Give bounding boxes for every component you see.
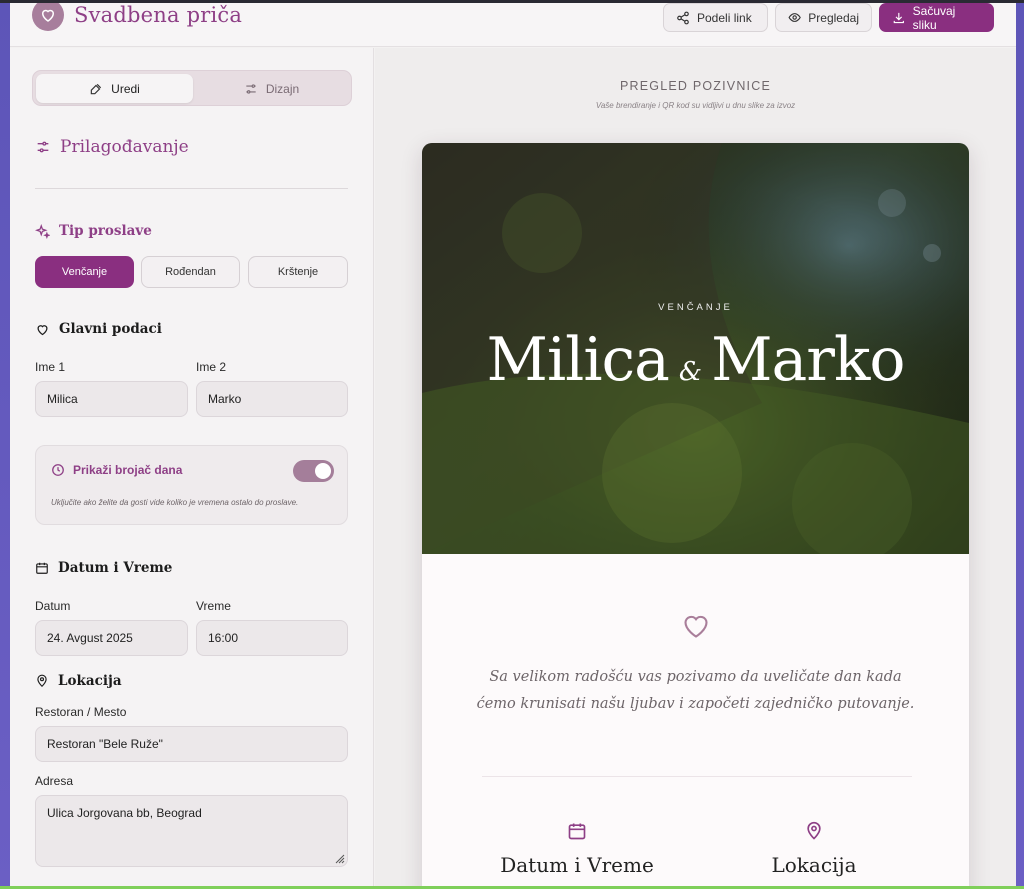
- name1-display: Milica: [486, 325, 670, 395]
- save-image-label: Sačuvaj sliku: [912, 3, 956, 32]
- sidebar-divider: [35, 188, 348, 189]
- download-icon: [893, 12, 904, 23]
- resize-handle-icon[interactable]: [335, 854, 345, 864]
- editor-sidebar: Uredi Dizajn Prilagođavanje Tip proslave…: [10, 48, 374, 886]
- calendar-icon: [568, 823, 586, 840]
- preview-subtitle: Vaše brendiranje i QR kod su vidljivi u …: [595, 101, 796, 110]
- venue-input[interactable]: Restoran "Bele Ruže": [35, 726, 348, 762]
- message-line-1: Sa velikom radošću vas pozivamo da uveli…: [489, 669, 902, 685]
- tab-dizajn[interactable]: Dizajn: [193, 74, 350, 103]
- datetime-column: Datum i Vreme: [477, 821, 677, 877]
- name1-label: Ime 1: [35, 360, 66, 374]
- name2-input[interactable]: Marko: [196, 381, 348, 417]
- tab-uredi-label: Uredi: [111, 81, 140, 96]
- customize-title: Prilagođavanje: [60, 137, 189, 157]
- countdown-help: Uključite ako želite da gosti vide kolik…: [51, 498, 299, 507]
- share-icon: [677, 11, 689, 24]
- toggle-knob: [315, 463, 331, 479]
- countdown-label: Prikaži brojač dana: [51, 463, 182, 477]
- clock-icon: [52, 464, 64, 476]
- time-label: Vreme: [196, 599, 231, 613]
- app-window: Svadbena priča Podeli link Pregledaj Sač…: [10, 3, 1016, 886]
- map-pin-icon: [807, 821, 821, 840]
- address-textarea[interactable]: Ulica Jorgovana bb, Beograd: [35, 795, 348, 867]
- message-line-2: ćemo krunisati našu ljubav i započeti za…: [476, 696, 915, 712]
- name2-display: Marko: [711, 325, 905, 395]
- event-type-label: VENČANJE: [658, 302, 733, 313]
- heart-icon: [684, 615, 708, 638]
- invitation-message: Sa velikom radošću vas pozivamo da uveli…: [462, 664, 929, 718]
- event-type-krstenje[interactable]: Krštenje: [248, 256, 348, 288]
- palette-icon: [90, 83, 102, 94]
- main-info-heading: Glavni podaci: [35, 321, 162, 337]
- datetime-title: Datum i Vreme: [58, 560, 173, 576]
- date-label: Datum: [35, 599, 71, 613]
- location-column-title: Lokacija: [771, 853, 857, 877]
- tab-uredi[interactable]: Uredi: [36, 74, 193, 103]
- sliders-icon: [246, 83, 256, 94]
- invitation-divider: [482, 776, 912, 777]
- sliders-icon: [37, 141, 49, 153]
- tab-dizajn-label: Dizajn: [265, 81, 300, 96]
- editor-tabs: Uredi Dizajn: [32, 70, 352, 106]
- heart-icon: [37, 324, 48, 335]
- eye-icon: [788, 13, 801, 22]
- datetime-column-title: Datum i Vreme: [500, 853, 654, 877]
- time-input[interactable]: 16:00: [196, 620, 348, 656]
- location-title: Lokacija: [58, 673, 122, 689]
- app-title: Svadbena priča: [74, 3, 243, 27]
- share-link-label: Podeli link: [697, 10, 752, 25]
- venue-label: Restoran / Mesto: [35, 705, 127, 719]
- event-type-vencanje[interactable]: Venčanje: [35, 256, 134, 288]
- brand[interactable]: Svadbena priča: [32, 3, 242, 31]
- preview-label: Pregledaj: [808, 10, 859, 25]
- address-value: Ulica Jorgovana bb, Beograd: [47, 806, 202, 820]
- date-input[interactable]: 24. Avgust 2025: [35, 620, 188, 656]
- address-label: Adresa: [35, 774, 74, 788]
- name2-label: Ime 2: [196, 360, 227, 374]
- map-pin-icon: [37, 674, 47, 688]
- save-image-button[interactable]: Sačuvaj sliku: [879, 3, 994, 32]
- couple-names: Milica & Marko: [422, 319, 969, 413]
- countdown-title: Prikaži brojač dana: [73, 463, 183, 477]
- preview-panel: PREGLED POZIVNICE Vaše brendiranje i QR …: [375, 48, 1016, 886]
- event-type-rodjendan[interactable]: Rođendan: [141, 256, 240, 288]
- sparkles-icon: [35, 223, 50, 239]
- preview-title: PREGLED POZIVNICE: [620, 79, 771, 93]
- location-column: Lokacija: [714, 821, 914, 877]
- name1-input[interactable]: Milica: [35, 381, 188, 417]
- datetime-heading: Datum i Vreme: [35, 560, 172, 576]
- countdown-toggle[interactable]: [293, 460, 334, 482]
- countdown-card: Prikaži brojač dana Uključite ako želite…: [35, 445, 348, 525]
- calendar-icon: [36, 562, 48, 574]
- location-heading: Lokacija: [35, 673, 122, 689]
- preview-button[interactable]: Pregledaj: [775, 3, 872, 32]
- customize-heading: Prilagođavanje: [35, 137, 189, 157]
- event-type-heading: Tip proslave: [35, 223, 152, 239]
- main-info-title: Glavni podaci: [59, 321, 162, 337]
- heart-logo-icon: [32, 3, 64, 31]
- event-type-title: Tip proslave: [59, 223, 152, 239]
- ampersand: &: [678, 357, 702, 387]
- top-header: Svadbena priča Podeli link Pregledaj Sač…: [10, 3, 1016, 47]
- invitation-card: VENČANJE Milica & Marko Sa velikom radošću…: [422, 143, 969, 886]
- share-link-button[interactable]: Podeli link: [663, 3, 768, 32]
